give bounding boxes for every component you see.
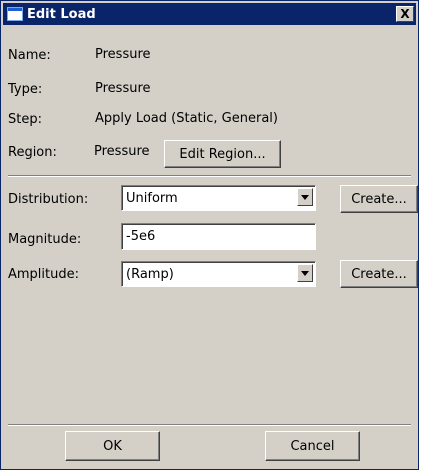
cancel-button-label: Cancel — [290, 438, 335, 454]
magnitude-value: -5e6 — [126, 229, 156, 244]
bottom-separator-highlight — [8, 425, 411, 426]
type-label: Type: — [8, 81, 43, 97]
amplitude-row: Amplitude: — [8, 263, 79, 285]
ok-button-label: OK — [103, 438, 122, 454]
cancel-button[interactable]: Cancel — [265, 431, 360, 461]
step-value: Apply Load (Static, General) — [95, 111, 278, 126]
amplitude-create-button[interactable]: Create... — [340, 260, 418, 288]
distribution-select[interactable]: Uniform — [121, 185, 316, 211]
edit-load-dialog: Edit Load X Name: Pressure Type: Pressur… — [0, 0, 419, 470]
step-row: Step: — [8, 108, 42, 130]
window-icon — [7, 7, 23, 21]
distribution-dropdown-button[interactable] — [297, 188, 313, 206]
distribution-create-button[interactable]: Create... — [340, 185, 418, 213]
chevron-down-icon — [301, 194, 309, 200]
magnitude-input[interactable]: -5e6 — [121, 223, 316, 250]
ok-button[interactable]: OK — [65, 431, 160, 461]
edit-region-button-label: Edit Region... — [179, 146, 266, 162]
magnitude-label: Magnitude: — [8, 231, 82, 247]
name-value: Pressure — [95, 47, 151, 62]
region-label: Region: — [8, 144, 57, 160]
distribution-row: Distribution: — [8, 188, 88, 210]
amplitude-create-label: Create... — [351, 266, 407, 282]
step-label: Step: — [8, 111, 42, 127]
distribution-create-label: Create... — [351, 191, 407, 207]
region-row: Region: — [8, 141, 57, 163]
close-icon: X — [400, 7, 410, 21]
name-label: Name: — [8, 47, 51, 63]
amplitude-dropdown-button[interactable] — [297, 264, 313, 282]
chevron-down-icon — [301, 270, 309, 276]
distribution-value: Uniform — [126, 190, 178, 206]
type-row: Type: — [8, 78, 42, 100]
edit-region-button[interactable]: Edit Region... — [164, 140, 281, 168]
type-value: Pressure — [95, 81, 151, 96]
title-bar: Edit Load X — [3, 3, 416, 25]
top-separator-highlight — [8, 176, 411, 177]
amplitude-value: (Ramp) — [126, 266, 174, 282]
amplitude-select[interactable]: (Ramp) — [121, 261, 316, 287]
name-row: Name: — [8, 44, 51, 66]
magnitude-row: Magnitude: — [8, 228, 81, 250]
amplitude-label: Amplitude: — [8, 266, 79, 282]
close-button[interactable]: X — [396, 6, 414, 22]
region-value: Pressure — [94, 144, 150, 159]
window-title: Edit Load — [27, 6, 96, 22]
distribution-label: Distribution: — [8, 191, 89, 207]
